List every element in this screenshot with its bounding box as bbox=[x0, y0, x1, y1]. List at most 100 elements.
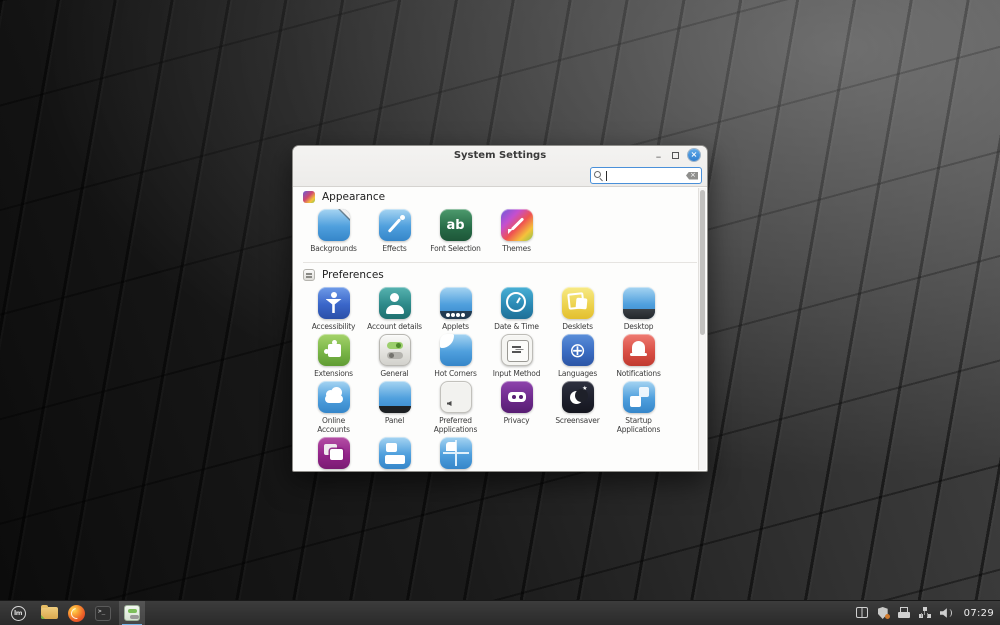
font-selection-icon: ab bbox=[440, 209, 472, 241]
appearance-section-icon bbox=[303, 191, 315, 203]
printer-icon[interactable] bbox=[898, 607, 910, 619]
settings-item-extensions[interactable]: Extensions bbox=[303, 334, 364, 378]
panel-icon bbox=[379, 381, 411, 413]
extensions-glyph bbox=[318, 334, 350, 366]
settings-item-font-selection[interactable]: abFont Selection bbox=[425, 209, 486, 253]
settings-item-preferred-applications[interactable]: Preferred Applications bbox=[425, 381, 486, 434]
close-button[interactable]: × bbox=[688, 149, 700, 161]
settings-item-account-details[interactable]: Account details bbox=[364, 287, 425, 331]
settings-content: Appearance Backgrounds Effects abFont Selec… bbox=[293, 187, 707, 471]
maximize-button[interactable] bbox=[672, 152, 679, 159]
launchers bbox=[38, 601, 114, 625]
settings-item-label: Date & Time bbox=[494, 322, 539, 331]
font-selection-glyph: ab bbox=[440, 209, 472, 241]
settings-item-label: Accessibility bbox=[312, 322, 356, 331]
workspaces-glyph bbox=[440, 437, 472, 469]
window-header: System Settings – × bbox=[293, 146, 707, 187]
date-time-glyph bbox=[501, 287, 533, 319]
keyboard-layout-icon[interactable] bbox=[856, 607, 868, 619]
search-icon bbox=[594, 171, 603, 180]
section-header: Preferences bbox=[303, 268, 697, 282]
settings-item-hot-corners[interactable]: Hot Corners bbox=[425, 334, 486, 378]
settings-item-label: Panel bbox=[385, 416, 404, 425]
icon-grid: Accessibility Account detailsApplets Date … bbox=[303, 287, 673, 471]
settings-item-themes[interactable]: Themes bbox=[486, 209, 547, 253]
settings-item-label: General bbox=[380, 369, 408, 378]
firefox-icon bbox=[68, 605, 85, 622]
minimize-button[interactable]: – bbox=[654, 150, 663, 161]
settings-item-online-accounts[interactable]: Online Accounts bbox=[303, 381, 364, 434]
desklets-icon bbox=[562, 287, 594, 319]
effects-glyph bbox=[379, 209, 411, 241]
settings-item-window-tiling[interactable]: Window Tiling bbox=[364, 437, 425, 471]
settings-item-label: Privacy bbox=[504, 416, 530, 425]
settings-item-privacy[interactable]: Privacy bbox=[486, 381, 547, 434]
settings-item-workspaces[interactable]: Workspaces bbox=[425, 437, 486, 471]
settings-item-label: Online Accounts bbox=[317, 416, 350, 434]
backgrounds-glyph bbox=[318, 209, 350, 241]
windows-glyph bbox=[318, 437, 350, 469]
input-method-icon bbox=[501, 334, 533, 366]
settings-item-label: Startup Applications bbox=[617, 416, 660, 434]
settings-item-startup-applications[interactable]: Startup Applications bbox=[608, 381, 669, 434]
settings-item-label: Desktop bbox=[624, 322, 654, 331]
workspaces-icon bbox=[440, 437, 472, 469]
search-input[interactable] bbox=[607, 171, 686, 181]
settings-item-effects[interactable]: Effects bbox=[364, 209, 425, 253]
settings-item-label: Backgrounds bbox=[310, 244, 356, 253]
scrollbar[interactable] bbox=[698, 188, 706, 470]
settings-item-accessibility[interactable]: Accessibility bbox=[303, 287, 364, 331]
backgrounds-icon bbox=[318, 209, 350, 241]
search-box[interactable] bbox=[590, 167, 702, 184]
network-icon[interactable] bbox=[919, 607, 931, 619]
preferences-section-icon bbox=[303, 269, 315, 281]
window-button-system-settings[interactable] bbox=[119, 601, 145, 625]
settings-item-panel[interactable]: Panel bbox=[364, 381, 425, 434]
firefox-launcher[interactable] bbox=[65, 601, 87, 625]
settings-item-general[interactable]: General bbox=[364, 334, 425, 378]
online-accounts-glyph bbox=[318, 381, 350, 413]
screensaver-glyph bbox=[562, 381, 594, 413]
settings-item-label: Desklets bbox=[562, 322, 593, 331]
tray-icons bbox=[856, 607, 952, 619]
files-launcher[interactable] bbox=[38, 601, 60, 625]
terminal-launcher[interactable] bbox=[92, 601, 114, 625]
settings-item-label: Preferred Applications bbox=[434, 416, 477, 434]
settings-item-notifications[interactable]: Notifications bbox=[608, 334, 669, 378]
preferred-applications-glyph bbox=[441, 382, 471, 412]
settings-item-backgrounds[interactable]: Backgrounds bbox=[303, 209, 364, 253]
system-settings-window-icon bbox=[124, 605, 140, 621]
settings-item-date-time[interactable]: Date & Time bbox=[486, 287, 547, 331]
settings-item-windows[interactable]: Windows bbox=[303, 437, 364, 471]
settings-item-screensaver[interactable]: Screensaver bbox=[547, 381, 608, 434]
titlebar[interactable]: System Settings – × bbox=[293, 146, 707, 164]
clear-search-icon[interactable] bbox=[686, 172, 698, 180]
settings-item-label: Effects bbox=[382, 244, 406, 253]
icon-grid: Backgrounds Effects abFont SelectionThemes bbox=[303, 209, 673, 256]
menu-button[interactable]: lm bbox=[6, 601, 30, 625]
section-header: Appearance bbox=[303, 190, 697, 204]
privacy-glyph bbox=[501, 381, 533, 413]
section-title: Preferences bbox=[322, 269, 384, 281]
system-settings-window: System Settings – × Appearance Background… bbox=[292, 145, 708, 472]
volume-icon[interactable] bbox=[940, 607, 952, 619]
mint-logo-icon: lm bbox=[11, 606, 26, 621]
settings-item-input-method[interactable]: Input Method bbox=[486, 334, 547, 378]
update-shield-icon[interactable] bbox=[877, 607, 889, 619]
settings-item-desktop[interactable]: Desktop bbox=[608, 287, 669, 331]
languages-glyph bbox=[562, 334, 594, 366]
general-icon bbox=[379, 334, 411, 366]
scrollbar-thumb[interactable] bbox=[700, 190, 705, 335]
settings-item-languages[interactable]: Languages bbox=[547, 334, 608, 378]
settings-item-desklets[interactable]: Desklets bbox=[547, 287, 608, 331]
section-preferences: Preferences Accessibility Account detailsA… bbox=[303, 262, 697, 471]
settings-item-applets[interactable]: Applets bbox=[425, 287, 486, 331]
themes-glyph bbox=[501, 209, 533, 241]
settings-item-label: Hot Corners bbox=[434, 369, 477, 378]
settings-item-label: Account details bbox=[367, 322, 422, 331]
account-details-glyph bbox=[379, 287, 411, 319]
window-title: System Settings bbox=[454, 150, 546, 161]
settings-item-label: Screensaver bbox=[555, 416, 599, 425]
hot-corners-glyph bbox=[440, 334, 472, 366]
screensaver-icon bbox=[562, 381, 594, 413]
